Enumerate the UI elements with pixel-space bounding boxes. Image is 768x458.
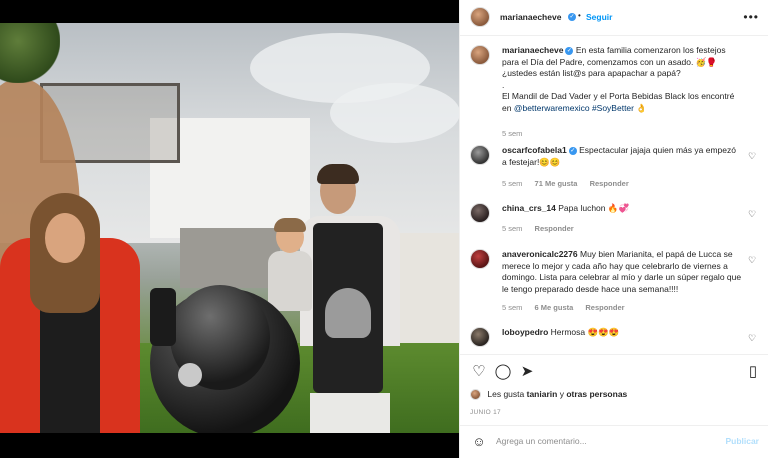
caption-dot: .: [502, 79, 505, 90]
caption-time[interactable]: 5 sem: [502, 129, 522, 138]
comment-username[interactable]: loboypedro: [502, 327, 548, 337]
caption-emoji: 👌: [636, 102, 647, 113]
photo-palm: [0, 23, 60, 83]
comments-section: marianaecheve ✓ En esta familia comenzaro…: [460, 37, 768, 353]
comment-body: Hermosa 😍😍😍: [550, 327, 620, 337]
comment-text: loboypedro Hermosa 😍😍😍: [502, 327, 742, 339]
reply-button[interactable]: Responder: [585, 303, 624, 312]
comment-meta: 5 sem Responder: [502, 224, 584, 233]
comment-input[interactable]: Agrega un comentario...: [496, 436, 587, 446]
comment-text: china_crs_14 Papa luchon 🔥💞: [502, 203, 742, 215]
comment-heart-icon[interactable]: ♡: [748, 151, 758, 161]
comment-heart-icon[interactable]: ♡: [748, 209, 758, 219]
avatar[interactable]: [470, 327, 490, 347]
photo-roof: [180, 228, 280, 288]
header-username[interactable]: marianaecheve: [500, 12, 561, 22]
photo-cloud: [330, 83, 459, 143]
add-comment-bar: ☺ Agrega un comentario... Publicar: [460, 425, 768, 458]
photo-grill-vent: [178, 363, 202, 387]
likes-user[interactable]: taniarin: [527, 389, 558, 399]
likes-middle: y: [559, 389, 564, 399]
bookmark-icon[interactable]: ▯: [744, 363, 762, 381]
comment-username[interactable]: china_crs_14: [502, 203, 556, 213]
send-icon[interactable]: ➤: [518, 363, 536, 381]
post-date[interactable]: JUNIO 17: [470, 409, 501, 416]
comment-text: oscarfcofabela1 ✓ Espectacular jajaja qui…: [502, 145, 742, 168]
verified-badge-icon: ✓: [568, 13, 576, 21]
avatar[interactable]: [470, 203, 490, 223]
caption-meta: 5 sem: [502, 129, 522, 138]
comment-icon[interactable]: ◯: [494, 363, 512, 381]
verified-badge-icon: ✓: [565, 46, 574, 55]
comment: loboypedro Hermosa 😍😍😍 ♡: [470, 327, 762, 353]
comment-time[interactable]: 5 sem: [502, 303, 522, 312]
avatar[interactable]: [470, 389, 481, 401]
smiley-icon[interactable]: ☺: [470, 433, 488, 451]
follow-button[interactable]: Seguir: [586, 12, 612, 22]
avatar[interactable]: [470, 249, 490, 269]
post-actions: ♡ ◯ ➤ ▯ Les gusta taniarin y otras perso…: [460, 354, 768, 434]
comment: china_crs_14 Papa luchon 🔥💞 5 sem Respon…: [470, 203, 762, 243]
post-photo[interactable]: [0, 23, 459, 433]
photo-bottle-holder: [150, 288, 176, 346]
reply-button[interactable]: Responder: [535, 224, 574, 233]
comment: anaveronicalc2276 Muy bien Marianita, el…: [470, 249, 762, 321]
publish-button[interactable]: Publicar: [725, 436, 759, 446]
photo-woman: [0, 193, 140, 433]
comment-username[interactable]: oscarfcofabela1: [502, 145, 567, 155]
reply-button[interactable]: Responder: [590, 179, 629, 188]
verified-badge-icon: ✓: [568, 146, 577, 155]
comment-heart-icon[interactable]: ♡: [748, 255, 758, 265]
avatar[interactable]: [470, 7, 490, 27]
comment-username[interactable]: anaveronicalc2276: [502, 249, 578, 259]
likes-prefix: Les gusta: [487, 389, 525, 399]
post-side-panel: marianaecheve ✓ • Seguir ••• marianaeche…: [459, 0, 768, 458]
comment-meta: 5 sem 71 Me gusta Responder: [502, 179, 639, 188]
avatar[interactable]: [470, 45, 490, 65]
separator-dot: •: [578, 11, 581, 20]
post-header: marianaecheve ✓ • Seguir •••: [460, 0, 768, 36]
caption-username[interactable]: marianaecheve: [502, 45, 563, 55]
avatar[interactable]: [470, 145, 490, 165]
comment-heart-icon[interactable]: ♡: [748, 333, 758, 343]
comment-time[interactable]: 5 sem: [502, 224, 522, 233]
caption-text: marianaecheve ✓ En esta familia comenzaro…: [502, 45, 742, 114]
likes-others[interactable]: otras personas: [566, 389, 627, 399]
heart-icon[interactable]: ♡: [470, 363, 488, 381]
likes-summary: Les gusta taniarin y otras personas: [470, 389, 627, 401]
comment-likes[interactable]: 6 Me gusta: [535, 303, 574, 312]
more-horizontal-icon[interactable]: •••: [743, 10, 759, 24]
comment-body: Papa luchon 🔥💞: [558, 203, 630, 213]
caption: marianaecheve ✓ En esta familia comenzaro…: [470, 45, 762, 138]
comment-meta: 5 sem 6 Me gusta Responder: [502, 303, 635, 312]
comment: oscarfcofabela1 ✓ Espectacular jajaja qui…: [470, 145, 762, 195]
comment-time[interactable]: 5 sem: [502, 179, 522, 188]
instagram-post: marianaecheve ✓ • Seguir ••• marianaeche…: [0, 0, 768, 458]
comment-likes[interactable]: 71 Me gusta: [535, 179, 578, 188]
mention-link[interactable]: @betterwaremexico: [514, 103, 590, 113]
hashtag-link[interactable]: #SoyBetter: [592, 103, 634, 113]
comment-text: anaveronicalc2276 Muy bien Marianita, el…: [502, 249, 742, 295]
post-media: [0, 0, 459, 458]
